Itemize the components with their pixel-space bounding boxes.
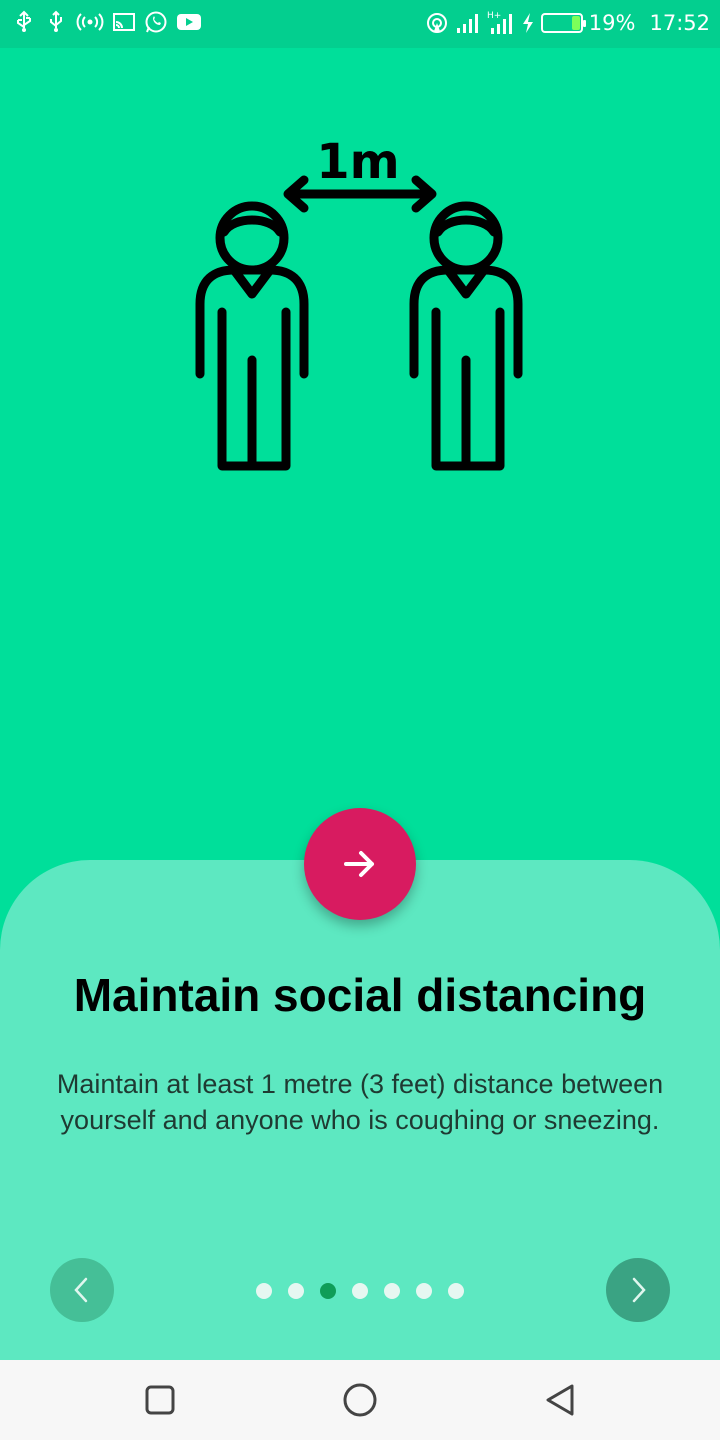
home-icon [343,1383,377,1417]
onboarding-description: Maintain at least 1 metre (3 feet) dista… [56,1069,664,1135]
onboarding-title: Maintain social distancing [73,969,647,1021]
page-dot-5[interactable] [384,1283,400,1299]
wifi-hotspot-icon [425,11,449,35]
signal-icon [455,12,481,34]
page-dot-2[interactable] [288,1283,304,1299]
charging-icon [521,12,535,34]
next-fab-button[interactable] [304,808,416,920]
notification-icons [12,10,202,34]
battery-icon [540,13,586,33]
recents-icon [145,1385,175,1415]
distance-label: 1m [316,136,399,190]
status-bar: H+ 19% 17:52 [0,0,720,48]
system-navigation-bar [0,1360,720,1440]
page-dot-1[interactable] [256,1283,272,1299]
back-button[interactable] [540,1380,580,1420]
hero-area: 1m [0,48,720,860]
page-dot-3[interactable] [320,1283,336,1299]
whatsapp-icon [144,10,168,34]
cast-icon [112,10,136,34]
clock: 17:52 [649,11,710,35]
back-icon [546,1384,574,1416]
recents-button[interactable] [140,1380,180,1420]
chevron-right-icon [632,1277,646,1303]
youtube-icon [176,10,202,34]
hotspot-icon [76,10,104,34]
system-status: H+ 19% 17:52 [425,10,710,36]
person-right-icon [409,201,523,471]
page-dot-4[interactable] [352,1283,368,1299]
social-distancing-illustration: 1m [195,136,523,471]
next-page-button[interactable] [606,1258,670,1322]
home-button[interactable] [340,1380,380,1420]
person-left-icon [195,201,309,471]
battery-percentage: 19% [588,11,636,35]
usb-icon [44,10,68,34]
page-dot-6[interactable] [416,1283,432,1299]
page-dot-7[interactable] [448,1283,464,1299]
svg-text:H+: H+ [487,11,501,21]
hplus-signal-icon: H+ [487,10,515,36]
usb-icon [12,10,36,34]
arrow-right-icon [344,851,374,877]
